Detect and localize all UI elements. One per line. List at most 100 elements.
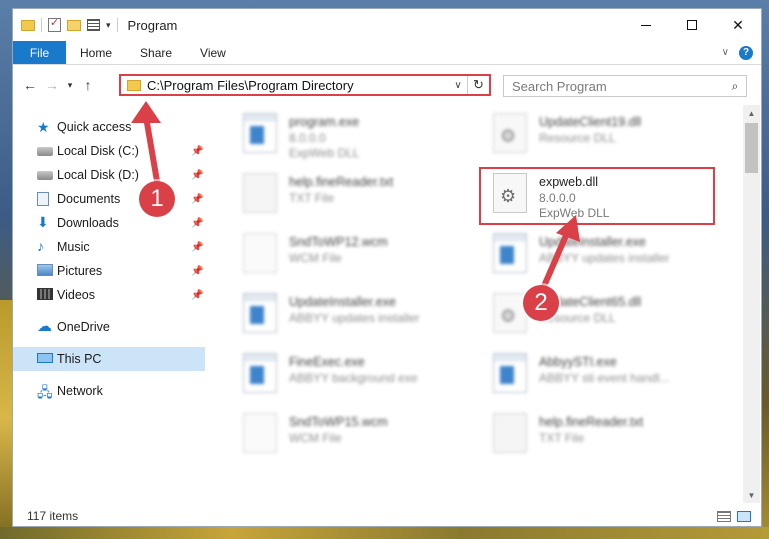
recent-locations-icon[interactable]: ▾	[63, 74, 77, 96]
search-icon[interactable]: ⌕	[724, 79, 746, 94]
close-button[interactable]: ✕	[715, 9, 761, 41]
refresh-icon[interactable]: ↻	[467, 76, 489, 94]
forward-arrow-icon[interactable]: →	[41, 74, 63, 96]
scroll-down-icon[interactable]: ▼	[743, 487, 760, 503]
properties-icon[interactable]	[48, 16, 61, 32]
expand-ribbon-icon[interactable]: ∨	[722, 47, 729, 58]
computer-icon	[37, 353, 53, 363]
minimize-button[interactable]	[623, 9, 669, 41]
help-icon[interactable]: ?	[739, 45, 753, 60]
maximize-icon	[687, 20, 697, 30]
sidebar-item-this-pc[interactable]: This PC	[13, 347, 205, 371]
file-item[interactable]: help.fineReader.txt TXT File	[223, 165, 463, 223]
maximize-button[interactable]	[669, 9, 715, 41]
close-icon: ✕	[732, 16, 744, 33]
details-view-icon[interactable]	[717, 510, 731, 522]
ribbon-right-controls: ∨ ?	[722, 41, 761, 64]
sidebar-item-music[interactable]: ♪ Music 📌	[13, 235, 205, 259]
search-input[interactable]: Search Program	[504, 79, 724, 94]
wcm-file-icon	[243, 233, 277, 273]
tab-view[interactable]: View	[186, 41, 240, 64]
view-icon[interactable]	[87, 19, 100, 31]
file-item[interactable]: FineExec.exe ABBYY background exe	[223, 345, 463, 403]
sidebar-item-videos[interactable]: Videos 📌	[13, 283, 205, 307]
scrollbar-thumb[interactable]	[745, 123, 758, 173]
file-name: help.fineReader.txt	[539, 415, 644, 429]
file-name: UpdateClient19.dll	[539, 115, 642, 129]
sidebar-item-local-disk-c[interactable]: Local Disk (C:) 📌	[13, 139, 205, 163]
new-folder-icon[interactable]	[67, 19, 81, 31]
address-path[interactable]: C:\Program Files\Program Directory	[147, 78, 449, 93]
exe-icon	[243, 293, 277, 333]
customize-toolbar-icon[interactable]: ▾	[106, 20, 111, 31]
sidebar-item-label: Videos	[57, 288, 95, 302]
sidebar-item-documents[interactable]: Documents 📌	[13, 187, 205, 211]
tab-file[interactable]: File	[13, 41, 66, 64]
download-icon: ⬇	[37, 214, 49, 230]
wcm-file-icon	[243, 413, 277, 453]
tab-share[interactable]: Share	[126, 41, 186, 64]
navigation-row: ← → ▾ ↑ C:\Program Files\Program Directo…	[13, 65, 761, 105]
star-icon: ★	[37, 119, 50, 135]
pictures-icon	[37, 264, 53, 276]
pin-icon: 📌	[191, 169, 204, 181]
quick-access-toolbar: ▾	[13, 16, 118, 32]
dll-icon: ⚙	[493, 293, 527, 333]
text-file-icon	[243, 173, 277, 213]
sidebar-item-downloads[interactable]: ⬇ Downloads 📌	[13, 211, 205, 235]
documents-icon	[37, 192, 49, 206]
sidebar-item-label: Music	[57, 240, 90, 254]
sidebar-item-label: Quick access	[57, 120, 132, 134]
drive-icon	[37, 171, 53, 180]
pin-icon: 📌	[191, 145, 204, 157]
sidebar-item-network[interactable]: 🖧 Network	[13, 379, 205, 403]
up-arrow-icon[interactable]: ↑	[77, 74, 99, 96]
exe-icon	[493, 353, 527, 393]
item-count: 117 items	[27, 509, 79, 523]
desktop-background-bottom	[0, 527, 769, 539]
sidebar-item-label: Documents	[57, 192, 121, 206]
pin-icon: 📌	[191, 217, 204, 229]
address-bar[interactable]: C:\Program Files\Program Directory ∨ ↻	[119, 74, 491, 96]
minimize-icon	[641, 24, 651, 26]
file-item[interactable]: ⚙ UpdateClient19.dll Resource DLL	[473, 105, 713, 163]
tiles-view-icon[interactable]	[737, 510, 751, 522]
desktop-background	[0, 300, 12, 539]
file-detail: ABBYY sti event handl...	[539, 371, 670, 385]
back-arrow-icon[interactable]: ←	[19, 74, 41, 96]
sidebar-item-label: This PC	[57, 352, 102, 366]
sidebar-item-pictures[interactable]: Pictures 📌	[13, 259, 205, 283]
sidebar-item-quick-access[interactable]: ★ Quick access	[13, 115, 205, 139]
sidebar-item-local-disk-d[interactable]: Local Disk (D:) 📌	[13, 163, 205, 187]
file-item[interactable]: SndToWP15.wcm WCM File	[223, 405, 463, 463]
navigation-pane: ★ Quick access Local Disk (C:) 📌 Local D…	[13, 105, 205, 505]
file-item[interactable]: ⚙ UpdateClient65.dll Resource DLL	[473, 285, 713, 343]
file-item[interactable]: SndToWP12.wcm WCM File	[223, 225, 463, 283]
file-detail: WCM File	[289, 251, 342, 265]
file-name: SndToWP15.wcm	[289, 415, 388, 429]
window-controls: ✕	[623, 9, 761, 41]
videos-icon	[37, 288, 53, 300]
sidebar-item-label: Pictures	[57, 264, 103, 278]
tab-home[interactable]: Home	[66, 41, 126, 64]
sidebar-item-onedrive[interactable]: ☁ OneDrive	[13, 315, 205, 339]
status-bar: 117 items	[13, 505, 761, 526]
view-toggle	[717, 510, 751, 522]
file-list: program.exe 8.0.0.0 ExpWeb DLL ⚙ UpdateC…	[213, 105, 741, 505]
exe-icon	[243, 353, 277, 393]
gear-icon: ⚙	[500, 306, 517, 326]
file-item[interactable]: AbbyySTI.exe ABBYY sti event handl...	[473, 345, 713, 403]
file-item[interactable]: UpdateInstaller.exe ABBYY updates instal…	[473, 225, 713, 283]
file-item[interactable]: program.exe 8.0.0.0 ExpWeb DLL	[223, 105, 463, 163]
pin-icon: 📌	[191, 241, 204, 253]
vertical-scrollbar[interactable]: ▲ ▼	[743, 105, 760, 503]
file-item[interactable]: UpdateInstaller.exe ABBYY updates instal…	[223, 285, 463, 343]
file-detail: 8.0.0.0	[289, 131, 326, 145]
divider	[116, 18, 118, 32]
sidebar-item-label: OneDrive	[57, 320, 110, 334]
scroll-up-icon[interactable]: ▲	[743, 105, 760, 121]
music-icon: ♪	[37, 238, 44, 254]
search-box[interactable]: Search Program ⌕	[503, 75, 747, 97]
chevron-down-icon[interactable]: ∨	[449, 80, 467, 91]
file-item[interactable]: help.fineReader.txt TXT File	[473, 405, 713, 463]
